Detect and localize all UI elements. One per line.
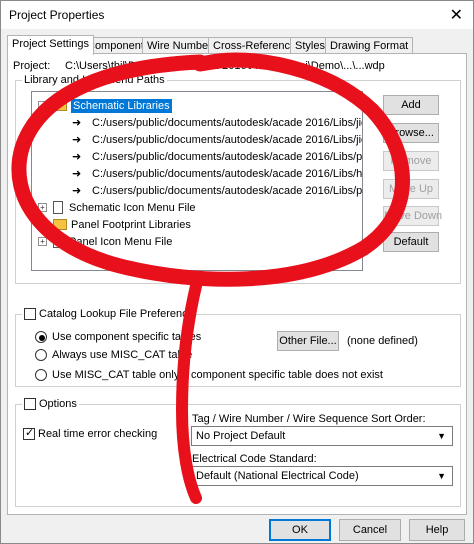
library-group-label: Library and Icon Menu Paths bbox=[24, 74, 165, 86]
expand-icon[interactable]: + bbox=[38, 220, 47, 229]
project-label: Project: bbox=[13, 60, 51, 72]
tab-styles[interactable]: Styles bbox=[290, 37, 330, 54]
other-file-button[interactable]: Other File... bbox=[277, 331, 339, 351]
arrow-right-icon: ➜ bbox=[72, 117, 82, 129]
options-group-label: Options bbox=[39, 398, 77, 410]
tree-node-panel-icon-menu[interactable]: + Panel Icon Menu File bbox=[38, 233, 172, 250]
sort-order-select[interactable]: No Project Default ▼ bbox=[191, 426, 453, 446]
file-icon bbox=[53, 235, 63, 248]
add-button[interactable]: Add bbox=[383, 95, 439, 115]
tree-path-label: C:/users/public/documents/autodesk/acade… bbox=[92, 150, 363, 163]
tree-node-schematic-icon-menu[interactable]: + Schematic Icon Menu File bbox=[38, 199, 196, 216]
cancel-button[interactable]: Cancel bbox=[339, 519, 401, 541]
catalog-group-checkbox[interactable] bbox=[24, 308, 36, 320]
real-time-error-checkbox-row[interactable]: Real time error checking bbox=[23, 426, 158, 440]
arrow-right-icon: ➜ bbox=[72, 168, 82, 180]
sort-order-value: No Project Default bbox=[196, 430, 286, 442]
chevron-down-icon: ▼ bbox=[437, 431, 446, 441]
expand-icon[interactable]: + bbox=[38, 203, 47, 212]
browse-button[interactable]: Browse... bbox=[383, 123, 439, 143]
move-up-button[interactable]: Move Up bbox=[383, 179, 439, 199]
tree-path-row[interactable]: ➜ C:/users/public/documents/autodesk/aca… bbox=[72, 114, 363, 131]
tree-path-label: C:/users/public/documents/autodesk/acade… bbox=[92, 133, 362, 146]
tree-path-label: C:/users/public/documents/autodesk/acade… bbox=[92, 184, 363, 197]
folder-icon bbox=[53, 100, 67, 111]
radio-misc-cat-always[interactable]: Always use MISC_CAT table bbox=[35, 349, 192, 361]
sort-order-label: Tag / Wire Number / Wire Sequence Sort O… bbox=[192, 413, 426, 425]
electrical-code-value: Default (National Electrical Code) bbox=[196, 470, 359, 482]
close-icon[interactable]: ✕ bbox=[450, 5, 463, 25]
arrow-right-icon: ➜ bbox=[72, 134, 82, 146]
none-defined-text: (none defined) bbox=[347, 335, 418, 347]
catalog-group-label: Catalog Lookup File Preference bbox=[39, 308, 194, 320]
tree-label-schematic-libraries: Schematic Libraries bbox=[71, 98, 172, 113]
tree-path-row[interactable]: ➜ C:/users/public/documents/autodesk/aca… bbox=[72, 131, 362, 148]
tree-node-schematic-libraries[interactable]: − Schematic Libraries bbox=[38, 97, 172, 114]
default-button[interactable]: Default bbox=[383, 232, 439, 252]
remove-button[interactable]: Remove bbox=[383, 151, 439, 171]
electrical-code-label: Electrical Code Standard: bbox=[192, 453, 317, 465]
tree-path-row[interactable]: ➜ C:/users/public/documents/autodesk/aca… bbox=[72, 182, 363, 199]
move-down-button[interactable]: Move Down bbox=[383, 206, 442, 226]
catalog-group-legend: Catalog Lookup File Preference bbox=[22, 308, 196, 320]
window-title: Project Properties bbox=[9, 8, 105, 22]
options-group-legend: Options bbox=[22, 398, 79, 410]
tree-label-schematic-icon-menu: Schematic Icon Menu File bbox=[69, 201, 196, 214]
tab-project-settings[interactable]: Project Settings bbox=[7, 35, 95, 55]
ok-button[interactable]: OK bbox=[269, 519, 331, 541]
tree-path-row[interactable]: ➜ C:/users/public/documents/autodesk/aca… bbox=[72, 165, 363, 182]
radio-button-icon[interactable] bbox=[35, 331, 47, 343]
tab-drawing-format[interactable]: Drawing Format bbox=[325, 37, 414, 54]
radio-label: Use component specific tables bbox=[52, 331, 202, 343]
radio-misc-cat-fallback[interactable]: Use MISC_CAT table only if component spe… bbox=[35, 369, 383, 381]
radio-label: Always use MISC_CAT table bbox=[52, 349, 193, 361]
tree-label-panel-icon-menu: Panel Icon Menu File bbox=[69, 235, 173, 248]
help-button[interactable]: Help bbox=[409, 519, 465, 541]
arrow-right-icon: ➜ bbox=[72, 185, 82, 197]
options-group-checkbox[interactable] bbox=[24, 398, 36, 410]
folder-icon bbox=[53, 219, 67, 230]
arrow-right-icon: ➜ bbox=[72, 151, 82, 163]
radio-component-tables[interactable]: Use component specific tables bbox=[35, 331, 201, 343]
tree-node-panel-footprint[interactable]: + Panel Footprint Libraries bbox=[38, 216, 191, 233]
real-time-error-checkbox[interactable] bbox=[23, 426, 35, 440]
tree-path-label: C:/users/public/documents/autodesk/acade… bbox=[92, 167, 363, 180]
collapse-icon[interactable]: − bbox=[38, 101, 47, 110]
tree-path-row[interactable]: ➜ C:/users/public/documents/autodesk/aca… bbox=[72, 148, 363, 165]
chevron-down-icon: ▼ bbox=[437, 471, 446, 481]
radio-label: Use MISC_CAT table only if component spe… bbox=[52, 369, 383, 381]
tree-label-panel-footprint: Panel Footprint Libraries bbox=[71, 218, 191, 231]
project-properties-dialog: Project Properties ✕ Project Settings Co… bbox=[0, 0, 474, 544]
electrical-code-select[interactable]: Default (National Electrical Code) ▼ bbox=[191, 466, 453, 486]
expand-icon[interactable]: + bbox=[38, 237, 47, 246]
project-path: C:\Users\thil\Documents\AcadE 2016\AeDat… bbox=[65, 60, 385, 72]
library-group-legend: Library and Icon Menu Paths bbox=[22, 74, 167, 86]
radio-button-icon[interactable] bbox=[35, 369, 47, 381]
library-tree[interactable]: − Schematic Libraries ➜ C:/users/public/… bbox=[31, 91, 363, 271]
real-time-error-label: Real time error checking bbox=[38, 428, 158, 440]
file-icon bbox=[53, 201, 63, 214]
tree-path-label: C:/users/public/documents/autodesk/acade… bbox=[92, 116, 363, 129]
radio-button-icon[interactable] bbox=[35, 349, 47, 361]
title-bar: Project Properties ✕ bbox=[1, 1, 473, 29]
